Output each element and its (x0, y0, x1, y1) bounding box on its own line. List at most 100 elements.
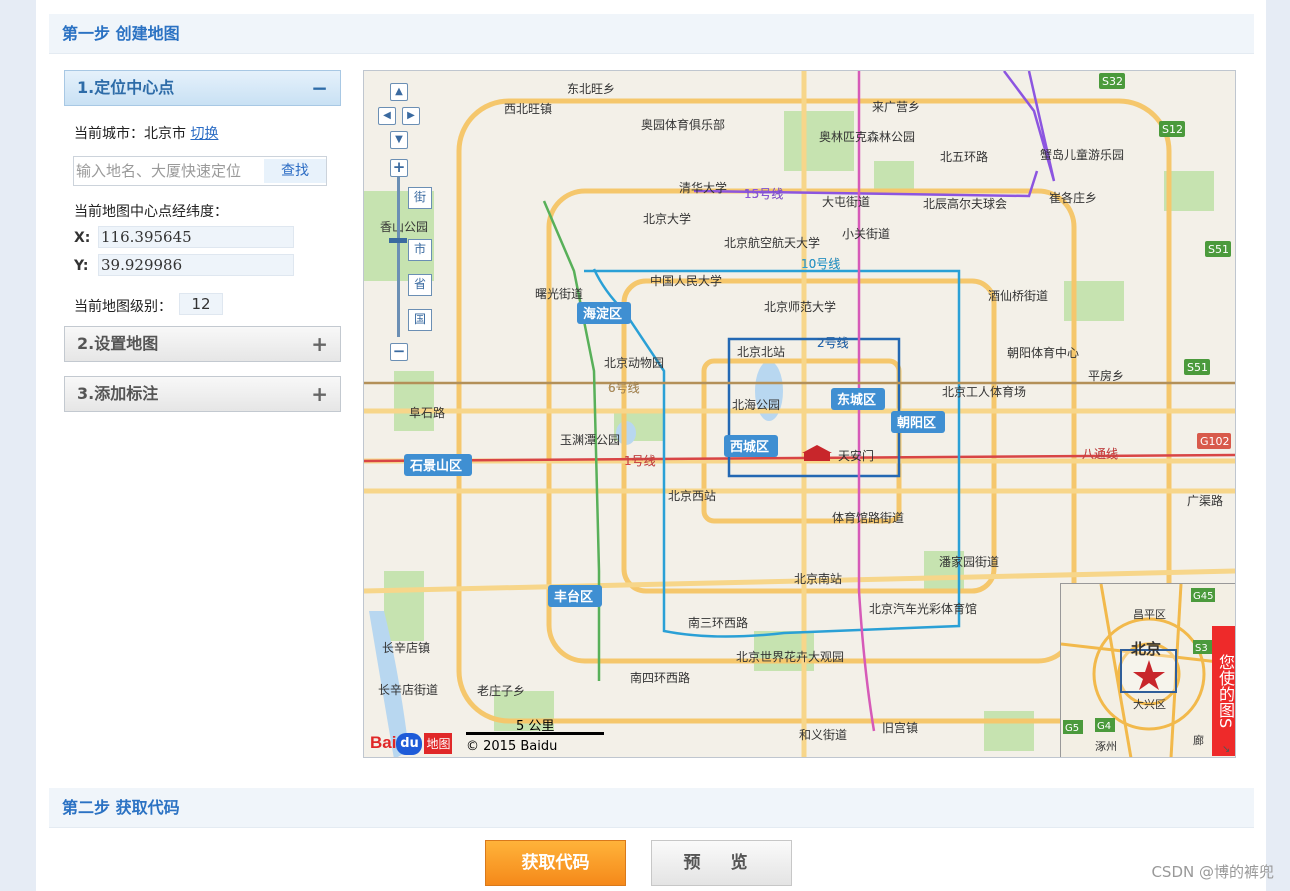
shield-label: S51 (1208, 243, 1229, 256)
panel-label: 3.添加标注 (77, 384, 159, 403)
place-label: 长辛店镇 (382, 641, 430, 655)
district-label: 朝阳区 (897, 415, 936, 431)
x-label: X: (74, 230, 91, 246)
place-label: 中国人民大学 (650, 273, 722, 288)
pan-left-icon[interactable]: ◀ (378, 107, 396, 125)
place-label: 北京师范大学 (764, 299, 836, 314)
map-nav-control: ▲ ◀ ▶ ▼ + − 街 市 省 国 (378, 83, 432, 361)
place-label: 北京西站 (668, 489, 716, 503)
expand-icon[interactable]: + (311, 377, 328, 411)
logo-text: Bai (370, 733, 397, 752)
shield-label: S3 (1195, 643, 1208, 654)
place-label: 奥园体育俱乐部 (641, 117, 725, 132)
map-copyright: © 2015 Baidu (466, 739, 558, 754)
district-label: 东城区 (837, 392, 876, 408)
preview-button[interactable]: 预 览 (651, 840, 792, 886)
panel-locate-center[interactable]: 1.定位中心点 − (64, 70, 341, 106)
baidu-logo[interactable]: Bai du 地图 (370, 733, 453, 755)
subway-label: 6号线 (608, 381, 640, 395)
place-label: 北京 (1131, 640, 1161, 658)
place-label: 阜石路 (409, 405, 445, 420)
place-label: 和义街道 (799, 728, 847, 742)
place-label: 北海公园 (732, 397, 780, 412)
search-input[interactable] (74, 157, 264, 185)
zoom-slider-handle[interactable] (389, 238, 407, 243)
resize-arrow-icon[interactable]: ↘ (1222, 744, 1234, 756)
place-label: 北五环路 (940, 149, 988, 164)
center-coords-label: 当前地图中心点经纬度： (74, 204, 228, 220)
pan-up-icon[interactable]: ▲ (390, 83, 408, 101)
place-label: 蟹岛儿童游乐园 (1040, 147, 1124, 162)
scale-bar: 5 公里 (466, 715, 604, 735)
zoom-out-button[interactable]: − (390, 343, 408, 361)
place-label: 北辰高尔夫球会 (923, 196, 1007, 211)
get-code-button[interactable]: 获取代码 (485, 840, 626, 886)
current-city-label: 当前城市：北京市 (74, 126, 186, 142)
pan-right-icon[interactable]: ▶ (402, 107, 420, 125)
place-label: 北京南站 (794, 571, 842, 586)
subway-label: 1号线 (624, 454, 656, 468)
step1-title: 第一步 创建地图 (49, 14, 1254, 54)
place-label: 来广营乡 (872, 100, 920, 114)
place-label: 朝阳体育中心 (1007, 345, 1079, 360)
pan-down-icon[interactable]: ▼ (390, 131, 408, 149)
place-label: 老庄子乡 (477, 683, 525, 698)
search-box: 查找 (73, 156, 327, 186)
zoom-level-country[interactable]: 国 (408, 309, 432, 331)
shield-label: S51 (1187, 361, 1208, 374)
place-label: 清华大学 (679, 180, 727, 195)
subway-label: 15号线 (744, 187, 783, 201)
switch-city-link[interactable]: 切换 (190, 126, 218, 142)
map-canvas[interactable]: 海淀区 东城区 西城区 朝阳区 石景山区 丰台区 东北旺乡 西北旺镇 奥园体育俱… (363, 70, 1236, 758)
district-label: 石景山区 (409, 458, 462, 474)
place-label: 玉渊潭公园 (560, 433, 620, 447)
zoom-in-button[interactable]: + (390, 159, 408, 177)
place-label: 旧宫镇 (882, 720, 918, 735)
place-label: 南三环西路 (688, 615, 748, 630)
x-value: 116.395645 (98, 226, 294, 248)
panel-label: 2.设置地图 (77, 334, 159, 353)
expand-icon[interactable]: + (311, 327, 328, 361)
y-label: Y: (74, 258, 89, 274)
place-label: 北京世界花卉大观园 (736, 649, 844, 664)
district-label: 丰台区 (554, 589, 593, 605)
watermark: CSDN @博的裤兜 (1151, 863, 1274, 881)
place-label: 北京动物园 (604, 356, 664, 370)
place-label: 北京大学 (643, 211, 691, 226)
subway-label: 10号线 (801, 257, 840, 271)
place-label: 北京航空航天大学 (724, 235, 820, 250)
place-label: 长辛店街道 (378, 683, 438, 697)
panel-add-marker[interactable]: 3.添加标注 + (64, 376, 341, 412)
place-label: 北京汽车光彩体育馆 (869, 601, 977, 616)
place-label: 潘家园街道 (939, 554, 999, 569)
place-label: 南四环西路 (630, 670, 690, 685)
place-label: 崔各庄乡 (1049, 190, 1097, 205)
scale-line (466, 732, 604, 735)
place-label: 西北旺镇 (504, 102, 552, 116)
shield-label: G5 (1065, 723, 1079, 734)
place-label: 涿州 (1095, 740, 1117, 753)
zoom-slider-track[interactable] (397, 177, 400, 337)
zoom-level-city[interactable]: 市 (408, 239, 432, 261)
zoom-level-street[interactable]: 街 (408, 187, 432, 209)
place-label: 廊 (1193, 733, 1204, 747)
collapse-icon[interactable]: − (311, 71, 328, 105)
side-banner[interactable]: 您使的图S (1212, 626, 1235, 756)
district-label: 西城区 (730, 439, 769, 455)
place-label: 昌平区 (1133, 608, 1166, 621)
place-label: 小关街道 (842, 227, 890, 241)
zoom-level-province[interactable]: 省 (408, 274, 432, 296)
shield-label: G4 (1097, 721, 1111, 732)
shield-label: G45 (1193, 591, 1213, 602)
overview-map[interactable]: G45 S3 G5 G4 昌平区 北京 大兴区 涿州 廊 您使的图S ↘ (1060, 583, 1235, 757)
panel-set-map[interactable]: 2.设置地图 + (64, 326, 341, 362)
current-city: 当前城市：北京市 切换 (74, 123, 218, 143)
subway-label: 八通线 (1082, 447, 1118, 461)
search-button[interactable]: 查找 (264, 159, 326, 183)
place-label: 体育馆路街道 (832, 510, 904, 525)
place-label: 酒仙桥街道 (988, 289, 1048, 303)
subway-label: 2号线 (817, 336, 849, 350)
shield-label: G102 (1200, 435, 1230, 448)
overview-svg: G45 S3 G5 G4 昌平区 北京 大兴区 涿州 廊 (1061, 584, 1235, 757)
panel-label: 1.定位中心点 (77, 78, 175, 97)
